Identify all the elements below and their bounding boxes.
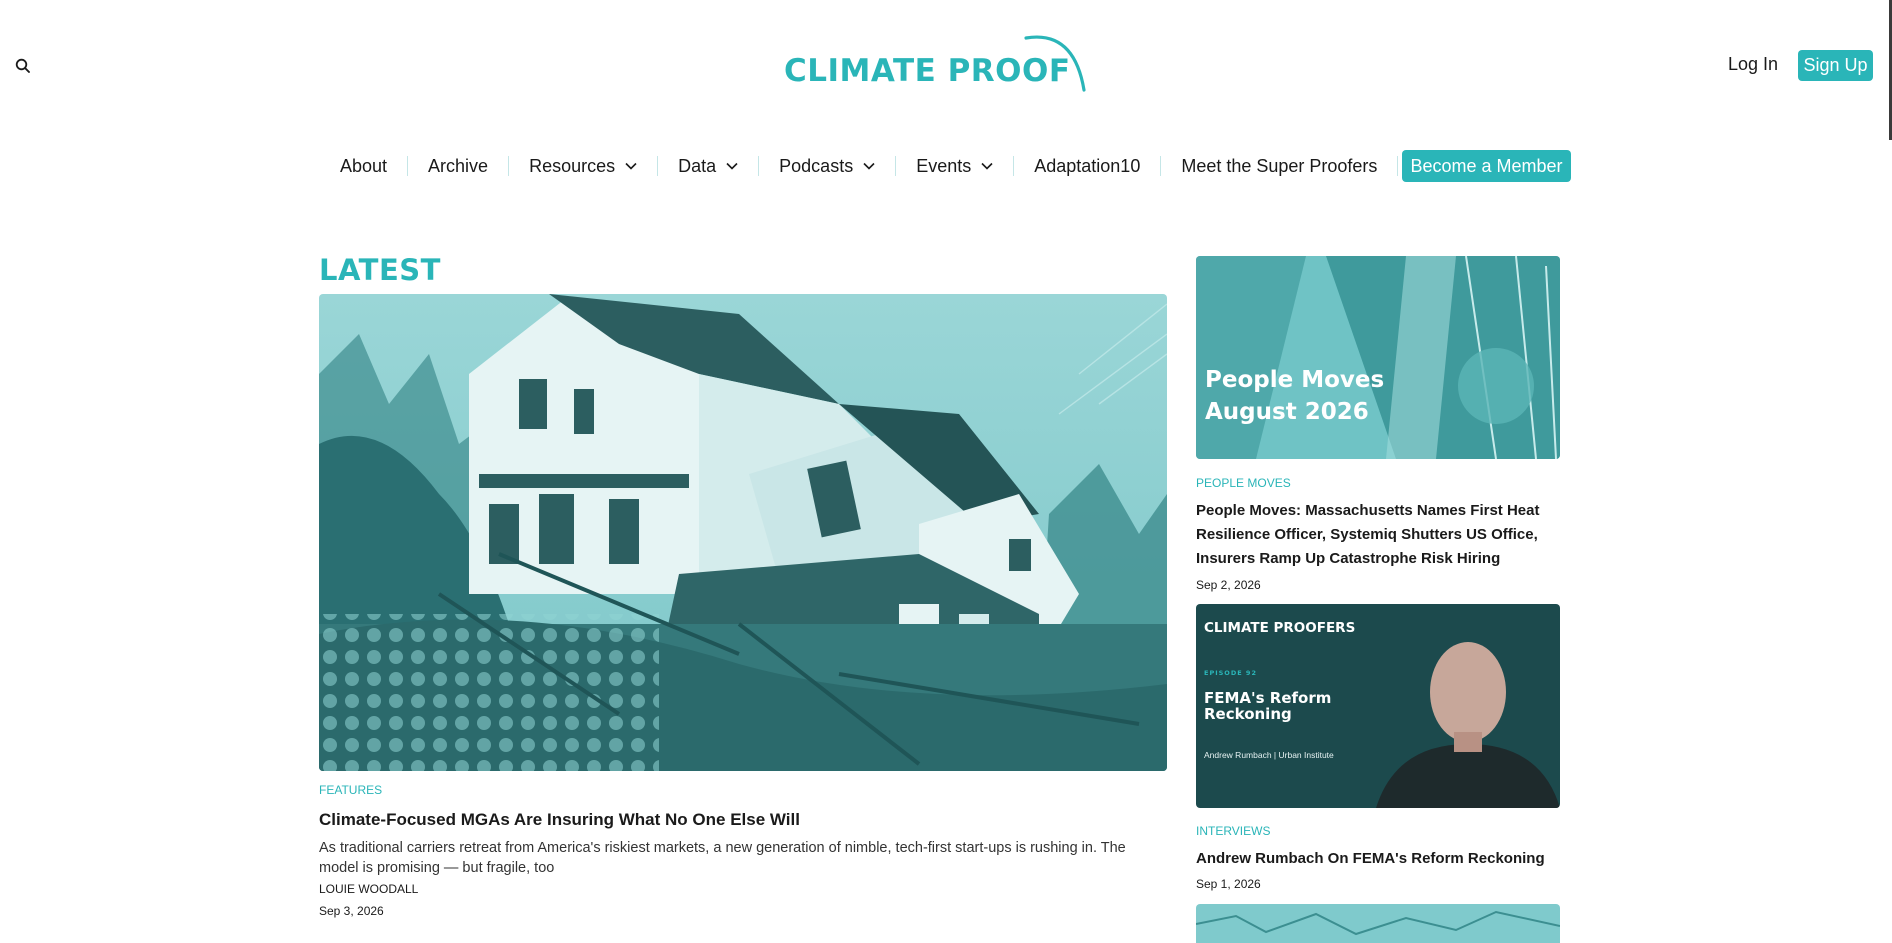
podcast-guest: Andrew Rumbach | Urban Institute [1204, 750, 1334, 760]
people-moves-image[interactable]: People Moves August 2026 [1196, 256, 1560, 459]
search-button[interactable] [14, 57, 32, 75]
nav-label: Events [916, 155, 972, 176]
hero-dek: As traditional carriers retreat from Ame… [319, 840, 1126, 876]
hero-title[interactable]: Climate-Focused MGAs Are Insuring What N… [319, 810, 800, 830]
nav-archive[interactable]: Archive [408, 150, 508, 182]
site-logo[interactable]: CLIMATE PROOF [784, 32, 1090, 94]
side-category-interviews[interactable]: INTERVIEWS [1196, 824, 1270, 838]
become-member-button[interactable]: Become a Member [1402, 150, 1571, 182]
podcast-episode-title: FEMA's Reform Reckoning [1204, 689, 1332, 723]
nav-label: Podcasts [779, 155, 854, 176]
people-moves-image-title: People Moves August 2026 [1205, 367, 1385, 425]
login-link[interactable]: Log In [1728, 54, 1778, 75]
nav-about[interactable]: About [320, 150, 407, 182]
side-date-interviews: Sep 1, 2026 [1196, 877, 1261, 891]
chevron-down-icon [726, 162, 738, 170]
hero-date: Sep 3, 2026 [319, 904, 384, 918]
hero-category[interactable]: FEATURES [319, 783, 382, 797]
nav-events[interactable]: Events [896, 150, 1013, 182]
nav-label: Archive [428, 155, 489, 176]
logo-arc-icon [1024, 35, 1086, 92]
cracked-earth-photo [1196, 904, 1560, 943]
side-category-people-moves[interactable]: PEOPLE MOVES [1196, 476, 1291, 490]
nav-label: Resources [529, 155, 616, 176]
next-article-image[interactable] [1196, 904, 1560, 943]
main-nav: About Archive Resources Data Podcasts Ev… [320, 150, 1571, 182]
podcast-episode-number: EPISODE 92 [1204, 669, 1257, 677]
section-heading-latest: LATEST [319, 253, 441, 287]
hero-image[interactable] [319, 294, 1167, 771]
nav-data[interactable]: Data [658, 150, 758, 182]
nav-divider [1397, 156, 1399, 176]
side-date-people-moves: Sep 2, 2026 [1196, 578, 1261, 592]
nav-label: Adaptation10 [1034, 155, 1141, 176]
hero-author[interactable]: LOUIE WOODALL [319, 882, 418, 896]
search-icon [15, 58, 30, 73]
nav-adaptation10[interactable]: Adaptation10 [1014, 150, 1160, 182]
people-moves-photo [1196, 256, 1560, 459]
nav-label: About [340, 155, 388, 176]
nav-podcasts[interactable]: Podcasts [759, 150, 895, 182]
chevron-down-icon [625, 162, 637, 170]
side-title-interviews[interactable]: Andrew Rumbach On FEMA's Reform Reckonin… [1196, 847, 1560, 871]
page: CLIMATE PROOF Log In Sign Up About Archi… [0, 0, 1892, 943]
side-title-people-moves[interactable]: People Moves: Massachusetts Names First … [1196, 499, 1560, 571]
signup-button[interactable]: Sign Up [1798, 50, 1873, 81]
podcast-episode-image[interactable]: CLIMATE PROOFERS EPISODE 92 FEMA's Refor… [1196, 604, 1560, 808]
chevron-down-icon [981, 162, 993, 170]
nav-super-proofers[interactable]: Meet the Super Proofers [1161, 150, 1397, 182]
nav-label: Data [678, 155, 717, 176]
damaged-house-photo [319, 294, 1167, 771]
nav-resources[interactable]: Resources [509, 150, 657, 182]
podcast-logo-text: CLIMATE PROOFERS [1204, 620, 1356, 636]
nav-label: Meet the Super Proofers [1181, 155, 1378, 176]
chevron-down-icon [863, 162, 875, 170]
